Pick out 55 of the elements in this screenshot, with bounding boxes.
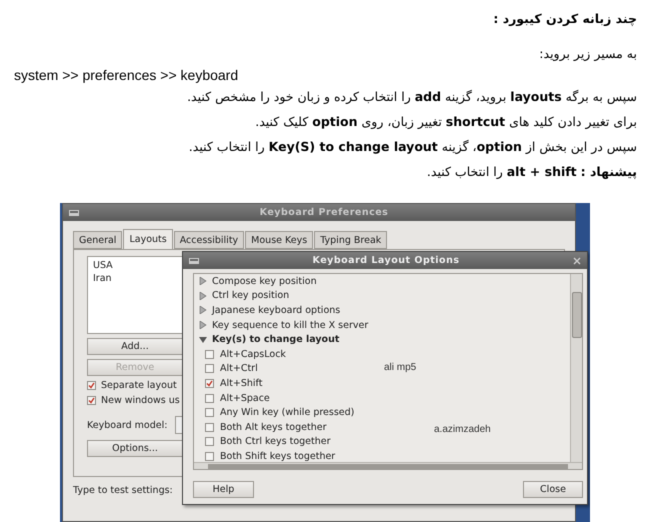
path-text: system >> preferences >> keyboard [14, 66, 238, 84]
checkbox[interactable] [205, 408, 214, 418]
option-label: Both Shift keys together [220, 450, 336, 462]
tab[interactable]: Accessibility [174, 231, 244, 249]
tab[interactable]: Mouse Keys [245, 231, 314, 249]
option-label: Alt+Shift [220, 378, 262, 389]
checkbox[interactable] [205, 437, 214, 446]
tree-item[interactable]: Key(s) to change layout [212, 334, 340, 346]
checkbox[interactable] [205, 394, 214, 403]
options-button[interactable]: Options... [87, 440, 183, 457]
collapsed-arrow-icon[interactable] [199, 321, 207, 330]
checkbox[interactable] [87, 381, 96, 390]
layout-button[interactable]: Add... [87, 338, 183, 355]
option-label: Alt+CapsLock [220, 348, 286, 360]
list-item[interactable]: Iran [93, 272, 177, 285]
option-label: Both Alt keys together [220, 422, 326, 433]
collapsed-arrow-icon[interactable] [199, 306, 207, 314]
checkbox[interactable] [205, 452, 214, 461]
dialog-title: Keyboard Layout Options [312, 255, 460, 266]
tab[interactable]: Layouts [123, 229, 173, 249]
checkbox-label: Separate layout [101, 380, 177, 391]
option-label: Alt+Ctrl [220, 363, 258, 374]
tree-item[interactable]: Ctrl key position [212, 290, 290, 302]
tree-item[interactable]: Compose key position [212, 276, 317, 287]
option-label: Alt+Space [220, 392, 270, 404]
annotation-text: a.azimzadeh [434, 424, 491, 435]
checkbox[interactable] [87, 396, 96, 405]
window-menu-icon[interactable] [69, 210, 79, 216]
checkbox[interactable] [205, 422, 214, 432]
collapsed-arrow-icon[interactable] [199, 277, 207, 286]
tree-item[interactable]: Key sequence to kill the X server [212, 320, 368, 331]
tree-item[interactable]: Japanese keyboard options [212, 304, 340, 316]
horizontal-scrollbar[interactable] [194, 462, 582, 469]
tab[interactable]: General [73, 231, 122, 249]
instruction-text: به مسیر زیر بروید: [539, 45, 637, 63]
heading: چند زبانه کردن کیبورد : [493, 10, 637, 28]
close-icon[interactable] [573, 256, 581, 264]
checkbox[interactable] [205, 350, 214, 359]
annotation-text: ali mp5 [384, 362, 416, 373]
window-menu-icon[interactable] [189, 258, 199, 264]
checkbox-label: New windows us [101, 395, 180, 406]
checkbox[interactable] [205, 378, 214, 388]
window-title: Keyboard Preferences [258, 207, 390, 218]
close-button[interactable]: Close [523, 481, 583, 498]
option-label: Both Ctrl keys together [220, 436, 331, 448]
option-label: Any Win key (while pressed) [220, 407, 354, 418]
help-button[interactable]: Help [193, 481, 254, 498]
model-label: Keyboard model: [87, 420, 168, 430]
collapsed-arrow-icon[interactable] [199, 292, 207, 300]
test-label: Type to test settings: [73, 485, 173, 496]
list-item[interactable]: USA [93, 259, 177, 272]
vertical-scrollbar[interactable] [570, 274, 582, 462]
tab[interactable]: Typing Break [314, 231, 388, 249]
expanded-arrow-icon[interactable] [199, 336, 207, 344]
checkbox[interactable] [205, 364, 214, 374]
